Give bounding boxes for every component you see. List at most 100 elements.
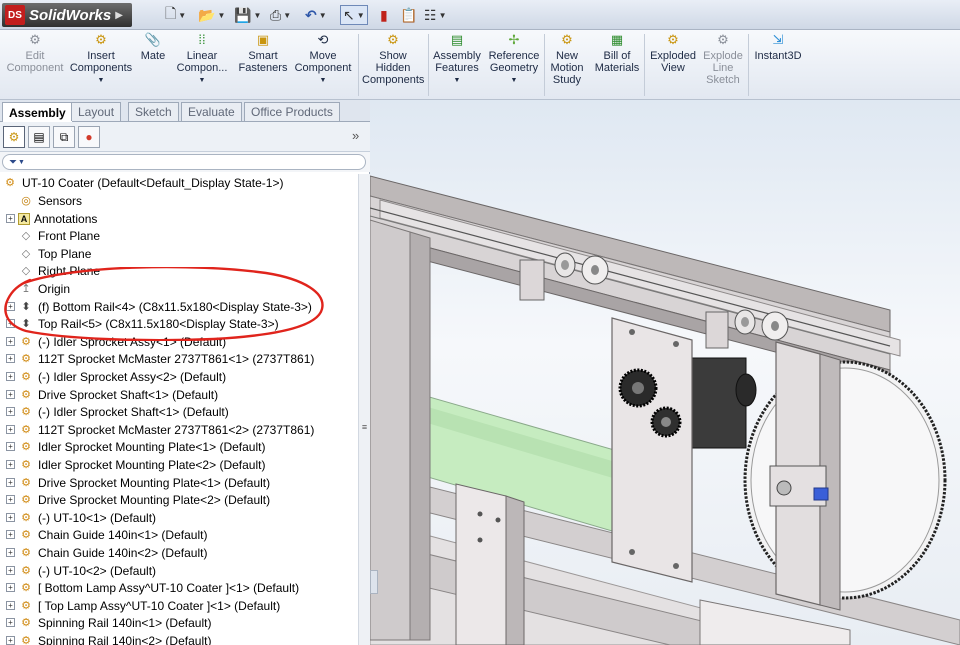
tree-item[interactable]: ◎ Sensors — [0, 192, 358, 209]
subassembly-icon: ⚙ — [21, 406, 31, 418]
assembly-features-button[interactable]: ▤ Assembly Features ▼ — [430, 32, 484, 98]
collapse-panel-handle[interactable] — [370, 570, 378, 594]
display-manager-tab[interactable]: ● — [78, 126, 100, 148]
tree-item[interactable]: + ⚙ Spinning Rail 140in<1> (Default) — [0, 614, 358, 631]
linear-component-pattern-button[interactable]: ⁞⁞ Linear Compon... ▼ — [172, 32, 232, 98]
new-document-button[interactable]: 🗋 ▼ — [165, 5, 186, 25]
undo-button[interactable]: ↶ ▼ — [305, 5, 327, 25]
graphics-area[interactable] — [370, 100, 960, 645]
save-button[interactable]: 💾 ▼ — [234, 5, 261, 25]
expand-icon[interactable]: + — [6, 478, 15, 487]
expand-icon[interactable]: + — [6, 601, 15, 610]
tab-office-products[interactable]: Office Products — [244, 102, 340, 121]
edit-component-button[interactable]: ⚙ Edit Component — [4, 32, 66, 98]
tree-item[interactable]: + ⚙ Chain Guide 140in<1> (Default) — [0, 526, 358, 543]
chevron-down-icon: ▼ — [438, 10, 447, 20]
explode-line-sketch-label: Explode Line Sketch — [703, 50, 743, 86]
expand-icon[interactable]: + — [6, 583, 15, 592]
instant3d-button[interactable]: ⇲ Instant3D — [750, 32, 806, 98]
tree-scrollbar[interactable]: ≡ — [358, 174, 370, 645]
bill-of-materials-button[interactable]: ▦ Bill of Materials — [592, 32, 642, 98]
explode-line-sketch-button[interactable]: ⚙ Explode Line Sketch — [700, 32, 746, 98]
chevron-down-icon: ▼ — [510, 77, 518, 84]
mate-button[interactable]: 📎 Mate — [136, 32, 170, 98]
subassembly-icon: ⚙ — [21, 477, 31, 489]
smart-fasteners-button[interactable]: ▣ Smart Fasteners — [238, 32, 288, 98]
file-properties-button[interactable]: 📋 — [400, 5, 417, 25]
tree-item[interactable]: + ⚙ 112T Sprocket McMaster 2737T861<2> (27… — [0, 421, 358, 438]
expand-icon[interactable]: + — [6, 214, 15, 223]
feature-manager-tab[interactable]: ⚙ — [3, 126, 25, 148]
tree-item[interactable]: ◇ Right Plane — [0, 262, 358, 279]
tab-evaluate[interactable]: Evaluate — [181, 102, 242, 121]
tab-layout[interactable]: Layout — [71, 102, 122, 121]
expand-panel-button[interactable]: » — [352, 128, 359, 143]
move-component-button[interactable]: ⟲ Move Component ▼ — [292, 32, 354, 98]
tree-item[interactable]: + ⚙ [ Bottom Lamp Assy^UT-10 Coater ]<1> (… — [0, 579, 358, 596]
expand-icon[interactable]: + — [6, 548, 15, 557]
expand-icon[interactable]: + — [6, 636, 15, 645]
assembly-icon: ⚙ — [5, 177, 15, 189]
tree-item[interactable]: + ⚙ Drive Sprocket Shaft<1> (Default) — [0, 386, 358, 403]
options-button[interactable]: ☷ ▼ — [424, 5, 446, 25]
tree-filter-input[interactable]: ⏷ ▼ — [2, 154, 366, 170]
tree-item[interactable]: ↥ Origin — [0, 280, 358, 297]
expand-icon[interactable]: + — [6, 530, 15, 539]
tree-item-label: (-) UT-10<2> (Default) — [38, 563, 157, 578]
tab-assembly[interactable]: Assembly — [2, 102, 73, 122]
tree-item[interactable]: + ⚙ Idler Sprocket Mounting Plate<2> (Defa… — [0, 456, 358, 473]
ribbon-separator — [358, 34, 359, 96]
reference-geometry-button[interactable]: ✢ Reference Geometry ▼ — [486, 32, 542, 98]
tree-item[interactable]: + ⚙ Chain Guide 140in<2> (Default) — [0, 544, 358, 561]
configuration-manager-tab[interactable]: ⧉ — [53, 126, 75, 148]
tree-item[interactable]: + ⚙ (-) Idler Sprocket Assy<2> (Default) — [0, 368, 358, 385]
tree-item[interactable]: + A Annotations — [0, 210, 358, 227]
mate-label: Mate — [140, 50, 166, 62]
tree-item[interactable]: ◇ Front Plane — [0, 227, 358, 244]
expand-icon[interactable]: + — [6, 442, 15, 451]
property-manager-tab[interactable]: ▤ — [28, 126, 50, 148]
tree-item[interactable]: ◇ Top Plane — [0, 245, 358, 262]
expand-icon[interactable]: + — [6, 513, 15, 522]
new-motion-study-button[interactable]: ⚙ New Motion Study — [546, 32, 588, 98]
ribbon-separator — [428, 34, 429, 96]
tree-item[interactable]: + ⚙ (-) Idler Sprocket Shaft<1> (Default) — [0, 403, 358, 420]
solidworks-menu-button[interactable]: DS SolidWorks ▶ — [2, 3, 132, 27]
insert-components-button[interactable]: ⚙ Insert Components ▼ — [68, 32, 134, 98]
expand-icon[interactable]: + — [6, 618, 15, 627]
select-button[interactable]: ↖ ▼ — [340, 5, 368, 25]
tree-item[interactable]: + ⚙ Idler Sprocket Mounting Plate<1> (Defa… — [0, 438, 358, 455]
open-button[interactable]: 📂 ▼ — [198, 5, 225, 25]
expand-icon[interactable]: + — [6, 390, 15, 399]
tree-item[interactable]: + ⬍ Top Rail<5> (C8x11.5x180<Display State… — [0, 315, 358, 332]
expand-icon[interactable]: + — [6, 407, 15, 416]
tree-item-label: Idler Sprocket Mounting Plate<2> (Defaul… — [38, 457, 266, 472]
tree-item[interactable]: + ⚙ (-) UT-10<2> (Default) — [0, 562, 358, 579]
expand-icon[interactable]: + — [6, 337, 15, 346]
tree-item[interactable]: + ⚙ [ Top Lamp Assy^UT-10 Coater ]<1> (Def… — [0, 597, 358, 614]
expand-icon[interactable]: + — [6, 319, 15, 328]
tree-item[interactable]: + ⚙ 112T Sprocket McMaster 2737T861<1> (27… — [0, 350, 358, 367]
expand-icon[interactable]: + — [6, 302, 15, 311]
expand-icon[interactable]: + — [6, 566, 15, 575]
exploded-view-button[interactable]: ⚙ Exploded View — [646, 32, 700, 98]
expand-icon[interactable]: + — [6, 354, 15, 363]
tree-item[interactable]: + ⚙ Drive Sprocket Mounting Plate<1> (Defa… — [0, 474, 358, 491]
expand-icon[interactable]: + — [6, 425, 15, 434]
show-hidden-components-button[interactable]: ⚙ Show Hidden Components — [360, 32, 426, 98]
tree-item[interactable]: + ⚙ Drive Sprocket Mounting Plate<2> (Defa… — [0, 491, 358, 508]
tree-root[interactable]: ⚙ UT-10 Coater (Default<Default_Display … — [0, 174, 358, 191]
expand-icon[interactable]: + — [6, 372, 15, 381]
tree-item[interactable]: + ⚙ (-) UT-10<1> (Default) — [0, 509, 358, 526]
tree-item[interactable]: + ⬍ (f) Bottom Rail<4> (C8x11.5x180<Displa… — [0, 298, 358, 315]
tree-item[interactable]: + ⚙ (-) Idler Sprocket Assy<1> (Default) — [0, 333, 358, 350]
tree-item[interactable]: + ⚙ Spinning Rail 140in<2> (Default) — [0, 632, 358, 645]
expand-icon[interactable]: + — [6, 460, 15, 469]
tree-item-label: Annotations — [34, 211, 98, 226]
origin-icon: ↥ — [21, 283, 31, 295]
expand-icon[interactable]: + — [6, 495, 15, 504]
tab-sketch[interactable]: Sketch — [128, 102, 179, 121]
print-button[interactable]: ⎙ ▼ — [270, 5, 291, 25]
tab-evaluate-label: Evaluate — [188, 105, 235, 119]
rebuild-button[interactable]: ▮ — [380, 5, 388, 25]
